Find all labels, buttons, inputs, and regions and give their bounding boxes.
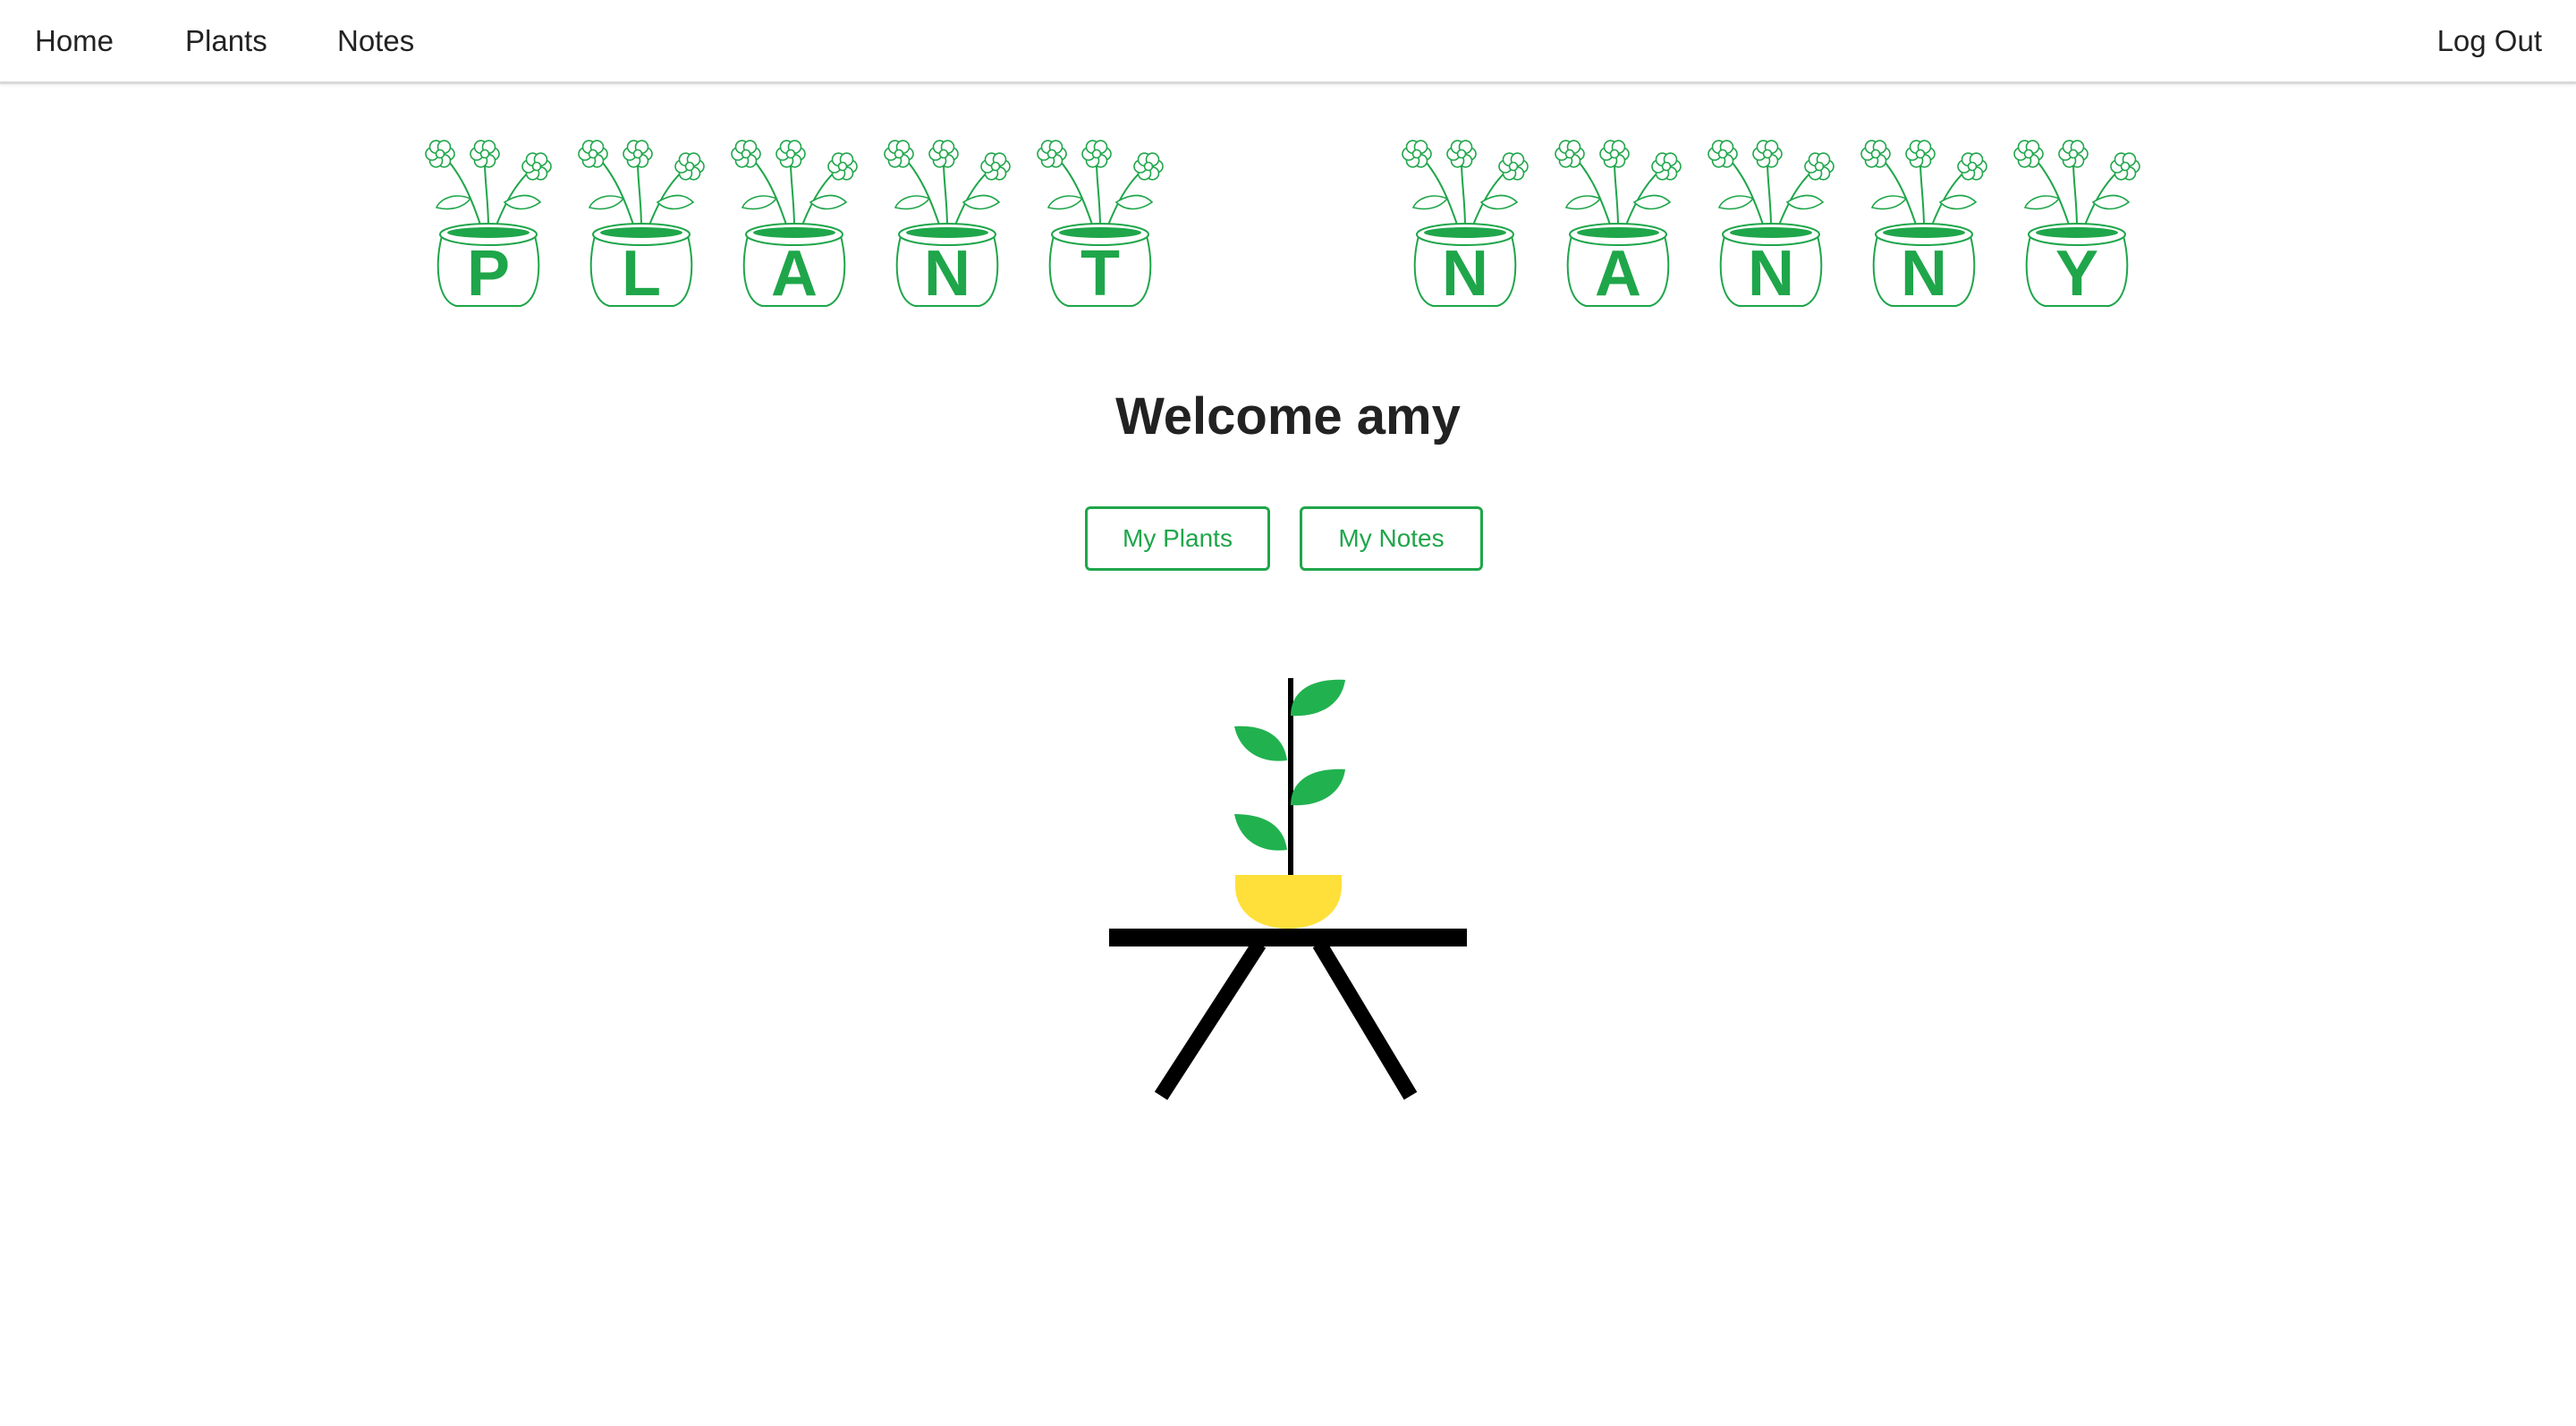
pot bbox=[1235, 875, 1342, 929]
logo-letter: N bbox=[924, 238, 970, 310]
logo-letter: N bbox=[1901, 238, 1947, 310]
table-top bbox=[1109, 929, 1467, 946]
logo-letter: A bbox=[771, 238, 818, 310]
welcome-heading: Welcome amy bbox=[1115, 387, 1461, 446]
logo-letter-pot: N bbox=[1402, 140, 1529, 310]
logo-letter: N bbox=[1442, 238, 1488, 310]
my-notes-button[interactable]: My Notes bbox=[1300, 506, 1483, 571]
logo-letter: Y bbox=[2055, 238, 2098, 310]
logo-letter-pot: L bbox=[578, 140, 705, 310]
nav-plants-link[interactable]: Plants bbox=[185, 23, 267, 59]
table-leg-left bbox=[1154, 939, 1267, 1100]
leaf-lower-left bbox=[1234, 814, 1287, 851]
table-leg-right bbox=[1312, 939, 1418, 1100]
nav-home-link[interactable]: Home bbox=[35, 23, 114, 59]
logo-letter: P bbox=[467, 238, 510, 310]
leaf-top-right bbox=[1291, 679, 1345, 717]
logo-letter: L bbox=[622, 238, 661, 310]
logo-letter: N bbox=[1748, 238, 1794, 310]
my-plants-button[interactable]: My Plants bbox=[1085, 506, 1270, 571]
logo-letter-pot: P bbox=[425, 140, 552, 310]
logout-link[interactable]: Log Out bbox=[2437, 23, 2542, 59]
logo-letter-pot: N bbox=[1860, 140, 1987, 310]
leaf-middle-right bbox=[1291, 768, 1345, 806]
nav-notes-link[interactable]: Notes bbox=[337, 23, 414, 59]
leaf-upper-left bbox=[1234, 726, 1287, 761]
logo-letter-pot: Y bbox=[2013, 140, 2140, 310]
logo-letter-pot: T bbox=[1037, 140, 1164, 310]
logo-letter-pot: A bbox=[731, 140, 858, 310]
potted-plant-on-table-illustration bbox=[1109, 678, 1467, 1100]
plant-nanny-logo: PLANTNANNY bbox=[425, 140, 2140, 310]
top-navbar: Home Plants Notes Log Out bbox=[0, 0, 2576, 84]
logo-letter: A bbox=[1595, 238, 1641, 310]
logo-letter-pot: N bbox=[1707, 140, 1835, 310]
logo-letter-pot: N bbox=[884, 140, 1011, 310]
logo-letter: T bbox=[1080, 238, 1120, 310]
logo-letter-pot: A bbox=[1555, 140, 1682, 310]
